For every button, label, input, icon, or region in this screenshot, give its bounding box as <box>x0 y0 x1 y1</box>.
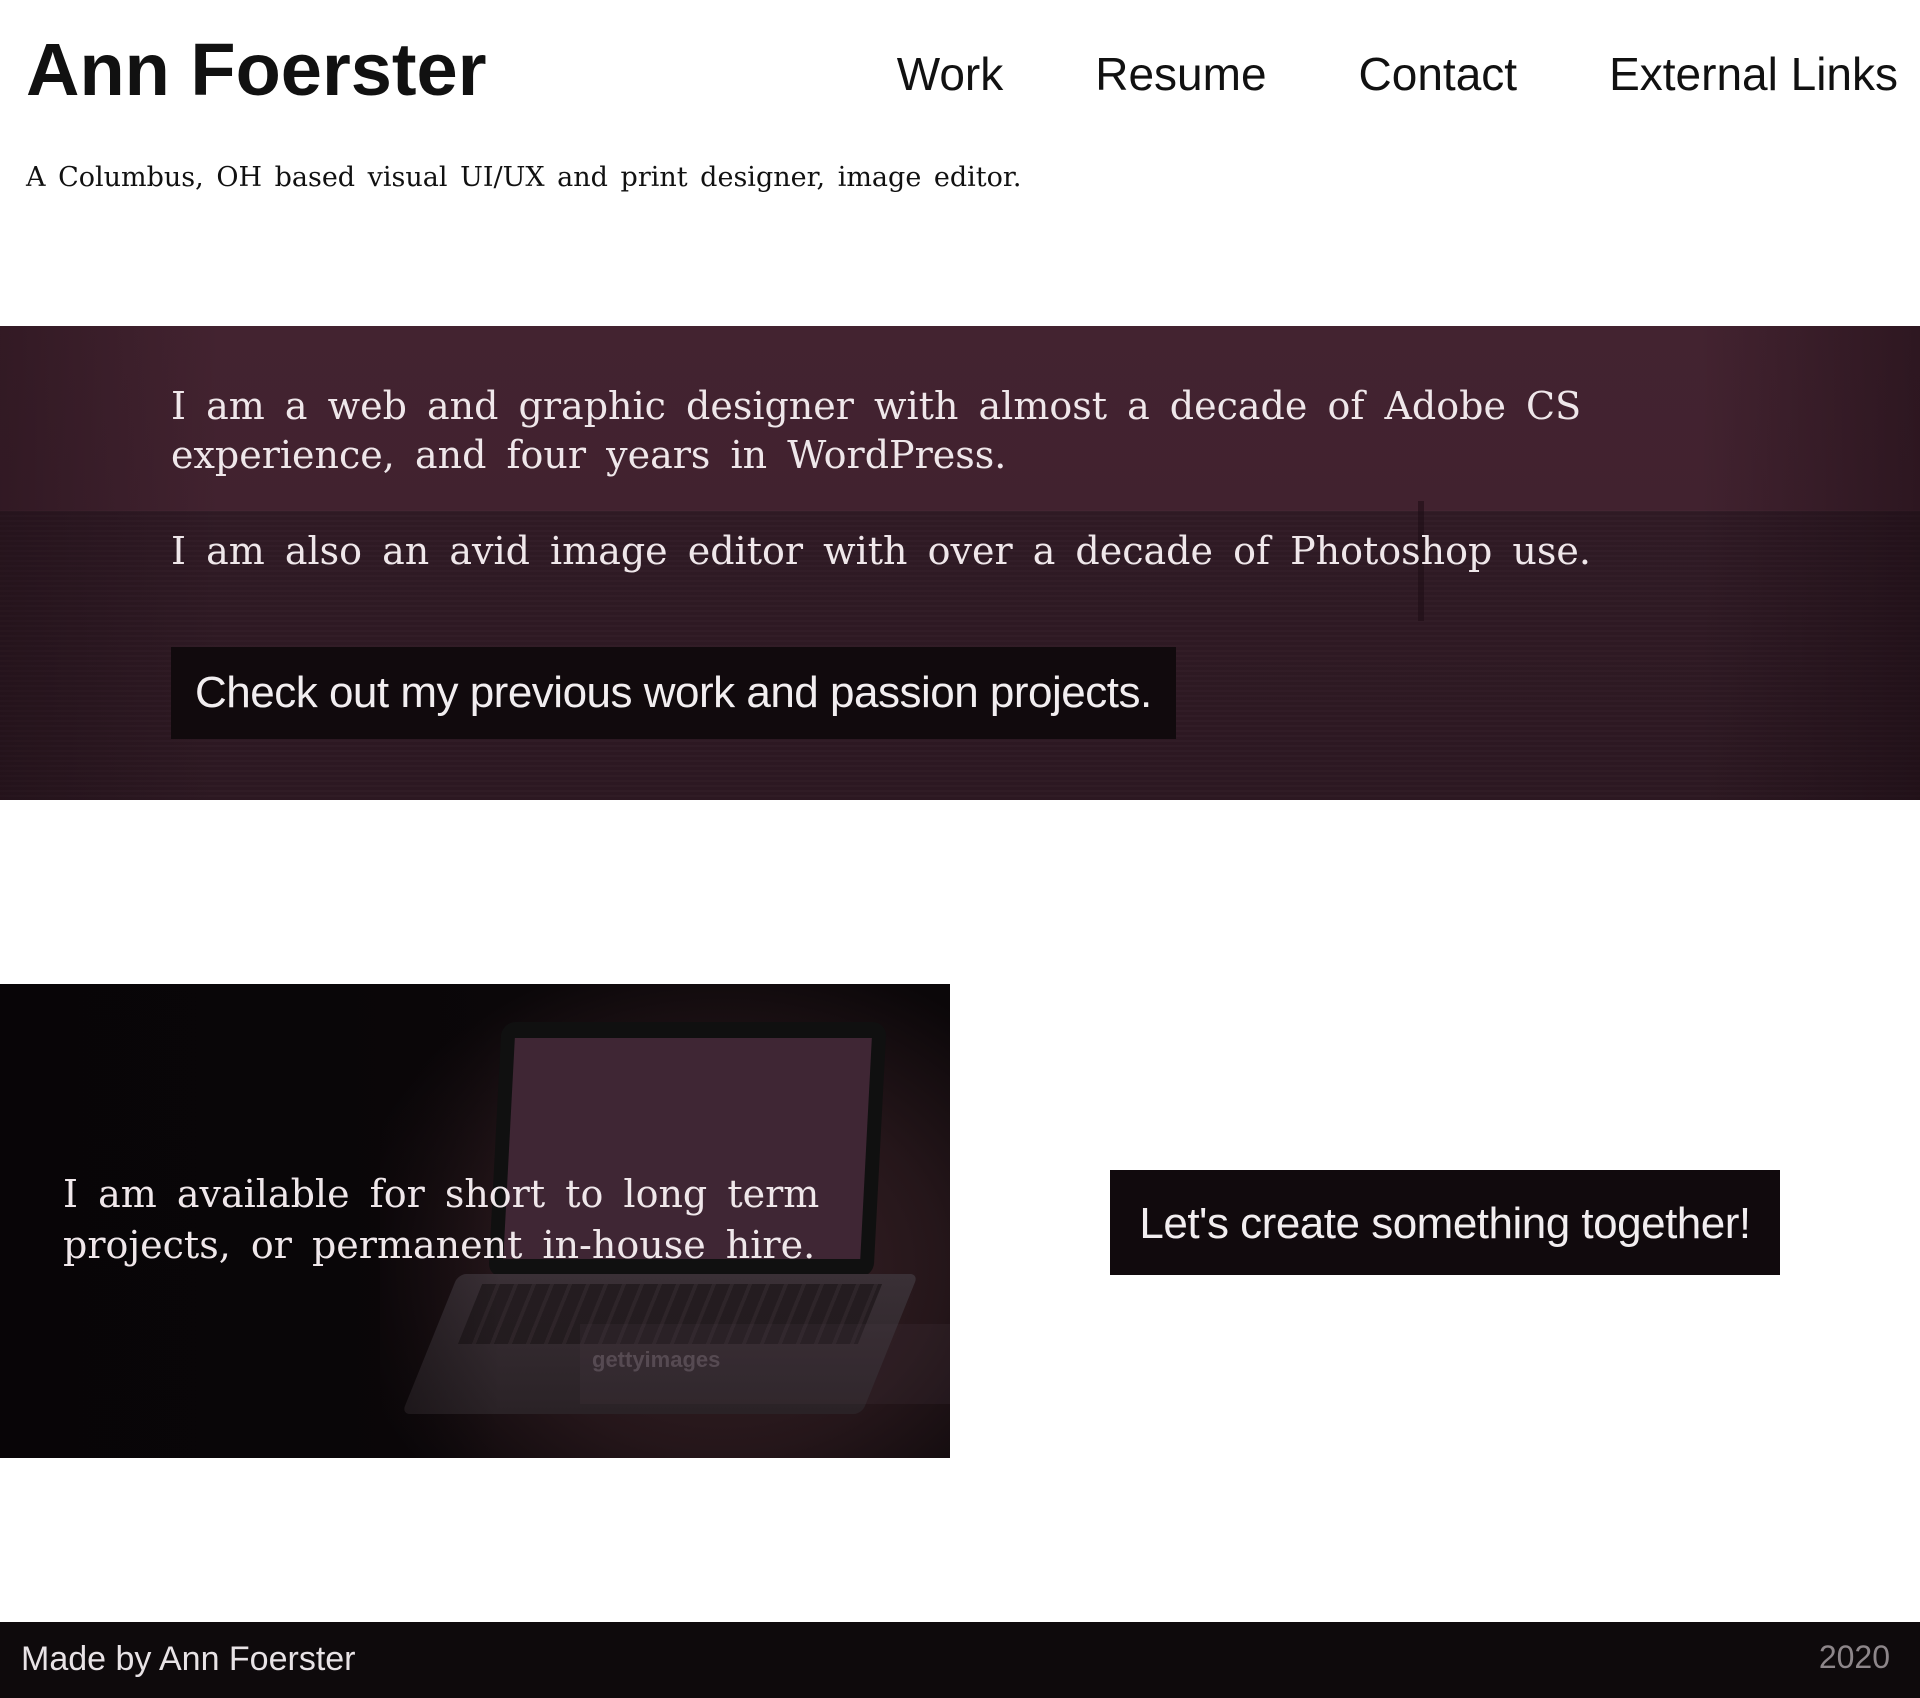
photo-watermark: gettyimages <box>592 1347 721 1372</box>
hero-vignette-right <box>1700 326 1920 800</box>
tagline: A Columbus, OH based visual UI/UX and pr… <box>26 162 1022 193</box>
nav-work[interactable]: Work <box>897 44 1004 104</box>
nav-external-links[interactable]: External Links <box>1609 44 1898 104</box>
create-together-button[interactable]: Let's create something together! <box>1110 1170 1780 1275</box>
intro-paragraph-experience: I am a web and graphic designer with alm… <box>171 384 1582 477</box>
main-nav: Work Resume Contact External Links <box>805 44 1898 104</box>
nav-resume[interactable]: Resume <box>1095 44 1266 104</box>
intro-paragraph-photoshop: I am also an avid image editor with over… <box>171 529 1591 573</box>
availability-text: I am available for short to long term pr… <box>63 1172 820 1267</box>
intro-section: I am a web and graphic designer with alm… <box>0 326 1920 800</box>
nav-contact[interactable]: Contact <box>1359 44 1518 104</box>
site-footer: Made by Ann Foerster 2020 <box>0 1622 1920 1698</box>
availability-section: gettyimages I am available for short to … <box>0 984 950 1458</box>
footer-credit: Made by Ann Foerster <box>21 1640 356 1678</box>
footer-year: 2020 <box>1818 1639 1890 1675</box>
view-work-button[interactable]: Check out my previous work and passion p… <box>171 647 1176 739</box>
site-title[interactable]: Ann Foerster <box>26 28 487 112</box>
